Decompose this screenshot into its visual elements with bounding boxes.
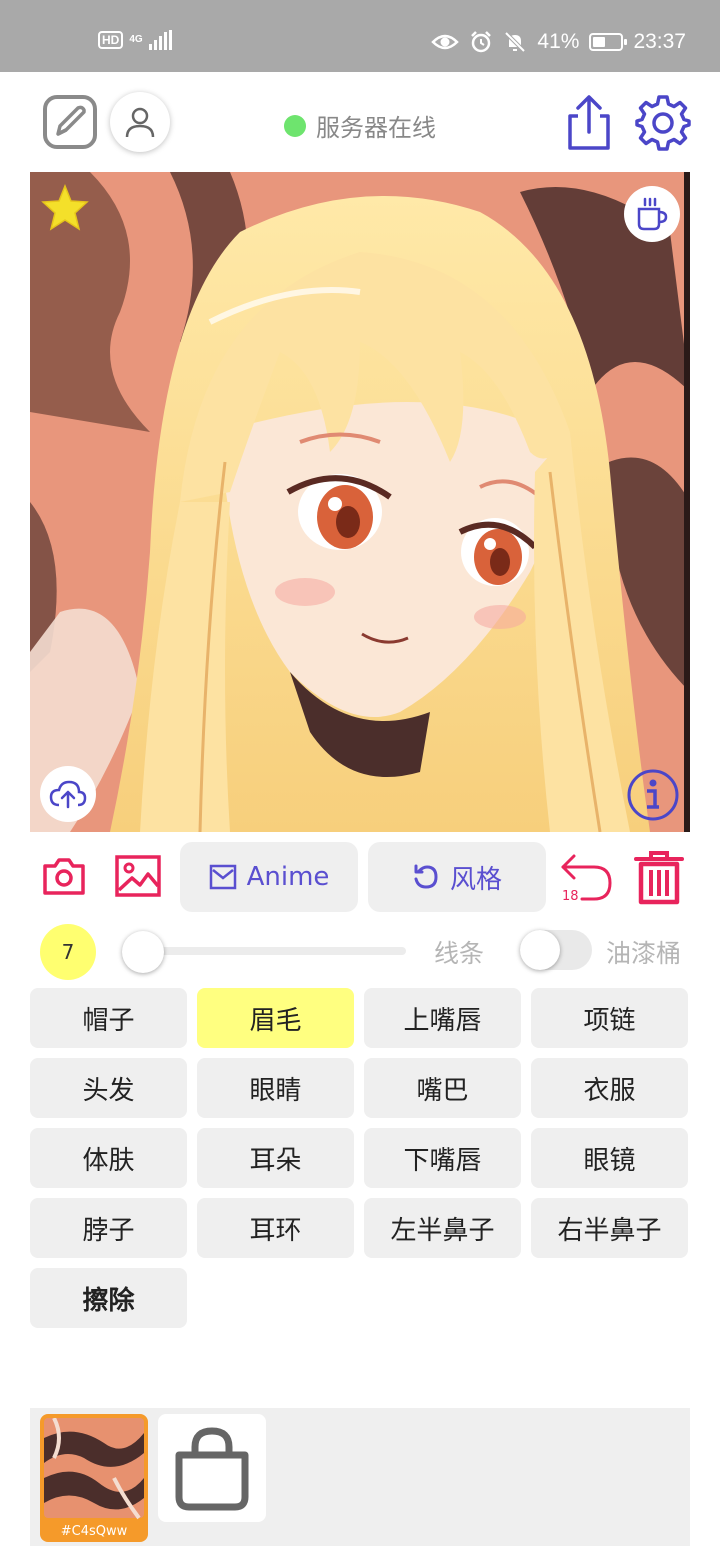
style-button-label: 风格 — [449, 864, 502, 895]
mute-icon — [504, 31, 526, 53]
part-button[interactable]: 头发 — [30, 1058, 187, 1118]
trash-icon — [634, 851, 684, 905]
swatch-label: #C4sQww — [60, 1524, 128, 1539]
top-toolbar: 服务器在线 — [0, 72, 720, 172]
signal-icon — [148, 30, 172, 50]
part-button[interactable]: 眼睛 — [197, 1058, 354, 1118]
part-button[interactable]: 嘴巴 — [364, 1058, 521, 1118]
mail-icon — [209, 864, 236, 890]
image-icon — [115, 855, 161, 897]
anime-button-label: Anime — [246, 862, 330, 892]
server-status-text: 服务器在线 — [316, 114, 436, 142]
coffee-icon — [637, 197, 668, 231]
user-icon — [125, 107, 155, 138]
part-button[interactable]: 帽子 — [30, 988, 187, 1048]
status-bar: HD 4G 41% 23:37 — [0, 0, 720, 72]
part-button[interactable]: 耳朵 — [197, 1128, 354, 1188]
brush-row: 7 线条 油漆桶 — [0, 922, 720, 980]
part-button[interactable]: 眼镜 — [531, 1128, 688, 1188]
settings-button[interactable] — [634, 94, 692, 152]
anime-portrait-image — [30, 172, 690, 832]
part-button[interactable]: 耳环 — [197, 1198, 354, 1258]
camera-button[interactable] — [42, 856, 86, 896]
bag-icon — [175, 1427, 249, 1511]
line-label: 线条 — [434, 939, 485, 968]
part-button[interactable]: 体肤 — [30, 1128, 187, 1188]
brush-size-slider-track[interactable] — [130, 947, 406, 955]
undo-count: 18 — [562, 889, 579, 904]
brush-size-slider-thumb[interactable] — [122, 931, 164, 973]
paint-bucket-label: 油漆桶 — [606, 939, 682, 968]
drawing-canvas[interactable] — [30, 172, 690, 832]
cloud-upload-icon — [49, 780, 87, 809]
part-button[interactable]: 右半鼻子 — [531, 1198, 688, 1258]
gallery-button[interactable] — [114, 854, 162, 898]
refresh-icon — [414, 864, 438, 889]
erase-button[interactable]: 擦除 — [30, 1268, 187, 1328]
camera-icon — [43, 858, 85, 895]
paint-bucket-toggle-knob — [520, 930, 560, 970]
share-icon — [568, 95, 610, 150]
gear-icon — [635, 95, 691, 151]
hd-badge: HD — [98, 31, 124, 49]
status-left: HD 4G — [98, 30, 172, 50]
edit-button[interactable] — [42, 94, 98, 150]
status-time: 23:37 — [633, 30, 686, 53]
share-button[interactable] — [564, 94, 614, 152]
upload-button[interactable] — [40, 766, 96, 822]
part-button[interactable]: 左半鼻子 — [364, 1198, 521, 1258]
battery-icon — [589, 33, 628, 51]
anime-button[interactable]: Anime — [180, 842, 358, 912]
server-status-dot — [284, 114, 306, 137]
part-button[interactable]: 眉毛 — [197, 988, 354, 1048]
color-palette: #C4sQww — [30, 1408, 690, 1546]
user-button[interactable] — [110, 92, 170, 152]
status-right: 41% 23:37 — [431, 30, 686, 54]
edit-icon — [43, 95, 97, 149]
favorite-button[interactable] — [40, 183, 90, 236]
color-swatch[interactable]: #C4sQww — [40, 1414, 148, 1542]
tool-row: Anime 风格 18 — [0, 842, 720, 912]
part-button[interactable]: 上嘴唇 — [364, 988, 521, 1048]
part-button[interactable]: 下嘴唇 — [364, 1128, 521, 1188]
undo-button[interactable]: 18 — [558, 852, 616, 904]
paint-bucket-toggle[interactable] — [520, 930, 592, 970]
battery-percent: 41% — [537, 30, 580, 53]
info-button[interactable] — [626, 768, 680, 822]
part-button[interactable]: 项链 — [531, 988, 688, 1048]
alarm-icon — [471, 31, 492, 53]
shop-button[interactable] — [158, 1414, 266, 1522]
swatch-preview-image — [44, 1418, 144, 1520]
delete-button[interactable] — [634, 850, 684, 906]
part-button[interactable]: 脖子 — [30, 1198, 187, 1258]
network-type: 4G — [129, 34, 143, 45]
brush-size-badge: 7 — [40, 924, 96, 980]
star-icon — [41, 183, 89, 231]
server-status: 服务器在线 — [284, 108, 436, 143]
info-icon — [627, 769, 679, 821]
eye-icon — [431, 34, 460, 50]
part-button[interactable]: 衣服 — [531, 1058, 688, 1118]
style-button[interactable]: 风格 — [368, 842, 546, 912]
coffee-button[interactable] — [624, 186, 680, 242]
